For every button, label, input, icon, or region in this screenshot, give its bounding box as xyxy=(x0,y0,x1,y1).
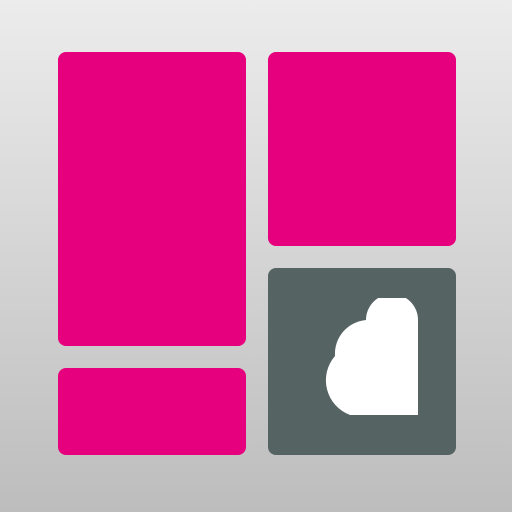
collage-tile-right-top xyxy=(268,52,456,246)
heart-icon xyxy=(325,298,418,415)
collage-tile-left-tall xyxy=(58,52,246,346)
app-icon[interactable] xyxy=(0,0,512,512)
collage-tile-heart xyxy=(268,268,456,455)
collage-tile-left-bottom xyxy=(58,368,246,455)
